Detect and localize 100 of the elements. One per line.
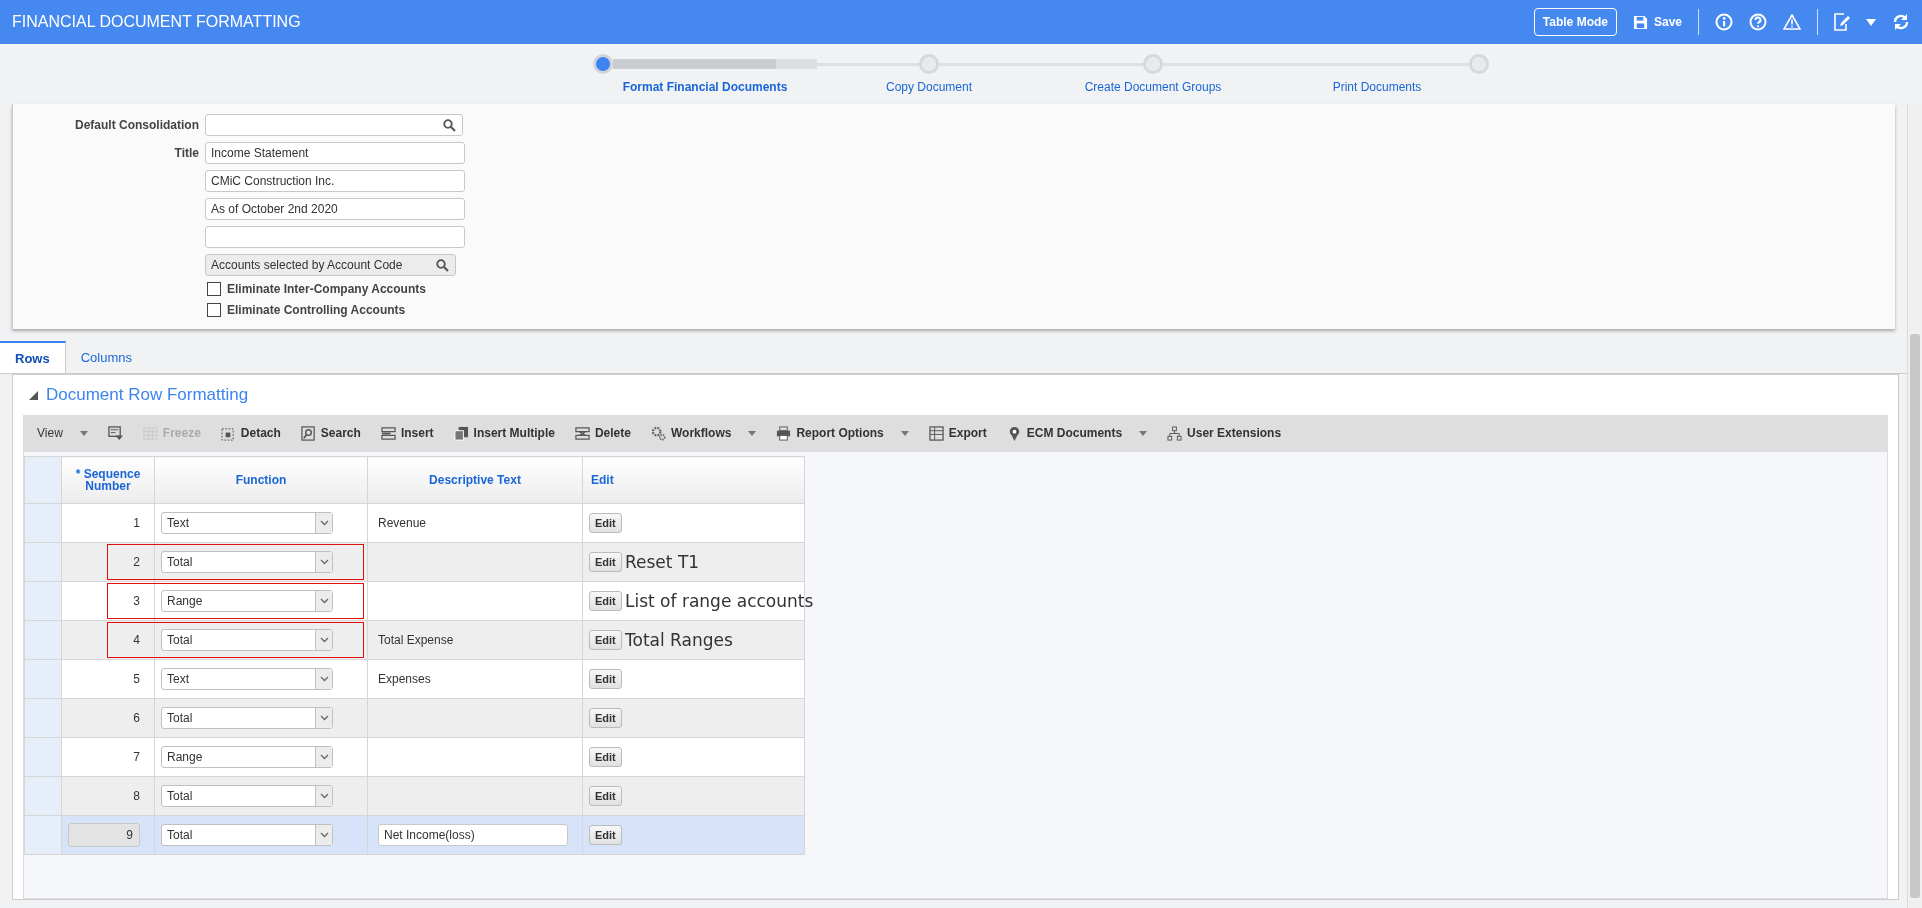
info-icon[interactable] (1715, 13, 1733, 31)
chevron-icon[interactable] (315, 708, 332, 728)
chevron-icon[interactable] (315, 669, 332, 689)
function-dropdown[interactable]: Range (161, 590, 333, 612)
filter-icon (107, 425, 123, 441)
toolbar-button[interactable]: Delete (564, 418, 641, 448)
function-dropdown[interactable]: Text (161, 668, 333, 690)
function-dropdown[interactable]: Total (161, 824, 333, 846)
search-icon[interactable] (436, 259, 449, 272)
title-field[interactable]: Income Statement (205, 142, 465, 164)
field-label: Title (173, 146, 199, 160)
chevron-icon[interactable] (315, 552, 332, 572)
step-marker[interactable] (1143, 54, 1163, 74)
step-link[interactable]: Format Financial Documents (622, 80, 788, 94)
consolidation-field[interactable] (205, 114, 463, 136)
function-dropdown[interactable]: Total (161, 785, 333, 807)
detach-icon (220, 425, 236, 441)
column-header[interactable]: * Sequence Number (61, 456, 155, 504)
chevron-icon[interactable] (315, 513, 332, 533)
tab[interactable]: Columns (65, 341, 147, 373)
toolbar-button[interactable]: User Extensions (1157, 418, 1292, 448)
edit-button[interactable]: Edit (589, 786, 622, 806)
refresh-icon[interactable] (1892, 13, 1910, 31)
spreadsheet-icon (928, 425, 944, 441)
section-title: Document Row Formatting (46, 385, 249, 405)
caret-icon (1139, 430, 1148, 436)
edit-button[interactable]: Edit (589, 513, 622, 533)
function-dropdown[interactable]: Total (161, 629, 333, 651)
edit-button[interactable]: Edit (589, 825, 622, 845)
edit-button[interactable]: Edit (589, 747, 622, 767)
toolbar-button[interactable]: View (27, 418, 98, 448)
sequence-field[interactable]: 9 (68, 823, 140, 847)
toolbar-button[interactable]: Insert Multiple (443, 418, 565, 448)
collapse-icon[interactable] (29, 390, 38, 400)
descriptive-text-field[interactable]: Net Income(loss) (378, 824, 568, 846)
save-icon (1632, 14, 1648, 30)
chevron-icon[interactable] (315, 786, 332, 806)
toolbar-button[interactable]: Report Options (766, 418, 919, 448)
annotation-note: List of range accounts (625, 591, 814, 611)
column-header[interactable]: Function (154, 456, 368, 504)
function-dropdown[interactable]: Text (161, 512, 333, 534)
edit-button[interactable]: Edit (589, 591, 622, 611)
step-link[interactable]: Create Document Groups (1084, 80, 1222, 94)
edit-button[interactable]: Edit (589, 552, 622, 572)
table-cell: 1 (133, 516, 140, 530)
toolbar-button[interactable]: Insert (370, 418, 444, 448)
toolbar-button[interactable]: Workflows (640, 418, 767, 448)
checkbox[interactable] (207, 282, 221, 296)
scrollbar[interactable] (1907, 104, 1922, 908)
table-cell: Revenue (378, 516, 427, 530)
edit-icon[interactable] (1834, 13, 1850, 31)
step-marker[interactable] (593, 54, 613, 74)
function-dropdown[interactable]: Total (161, 707, 333, 729)
function-dropdown[interactable]: Total (161, 551, 333, 573)
warning-icon[interactable] (1783, 14, 1801, 30)
function-dropdown[interactable]: Range (161, 746, 333, 768)
title-field[interactable]: CMiC Construction Inc. (205, 170, 465, 192)
edit-button[interactable]: Edit (589, 669, 622, 689)
table-cell: Expenses (378, 672, 431, 686)
column-header[interactable]: Descriptive Text (367, 456, 583, 504)
insert-icon (380, 425, 396, 441)
annotation-note: Reset T1 (625, 552, 700, 572)
chevron-icon[interactable] (315, 825, 332, 845)
caret-icon (79, 430, 88, 436)
checkbox-label: Eliminate Inter-Company Accounts (227, 282, 426, 296)
help-icon[interactable] (1749, 13, 1767, 31)
edit-button[interactable]: Edit (589, 630, 622, 650)
table-cell: 6 (133, 711, 140, 725)
tab[interactable]: Rows (0, 341, 66, 373)
edit-button[interactable]: Edit (589, 708, 622, 728)
hierarchy-icon (1167, 425, 1183, 441)
step-link[interactable]: Print Documents (1332, 80, 1422, 94)
delete-icon (574, 425, 590, 441)
search-icon[interactable] (443, 119, 456, 132)
annotation-note: Total Ranges (625, 630, 733, 650)
toolbar-button[interactable]: Export (918, 418, 997, 448)
table-cell: Total Expense (378, 633, 454, 647)
checkbox-label: Eliminate Controlling Accounts (227, 303, 406, 317)
step-link[interactable]: Copy Document (885, 80, 972, 94)
account-selection-field[interactable]: Accounts selected by Account Code (205, 254, 456, 276)
caret-icon[interactable] (1866, 18, 1876, 26)
toolbar-button[interactable]: ECM Documents (996, 418, 1158, 448)
toolbar-button[interactable]: Search (290, 418, 371, 448)
table-cell: 7 (133, 750, 140, 764)
toolbar-button[interactable]: Detach (210, 418, 291, 448)
field-label: Default Consolidation (74, 118, 199, 132)
table-cell: 3 (133, 594, 140, 608)
table-cell: 2 (133, 555, 140, 569)
step-marker[interactable] (919, 54, 939, 74)
chevron-icon[interactable] (315, 591, 332, 611)
chevron-icon[interactable] (315, 630, 332, 650)
table-cell: 8 (133, 789, 140, 803)
checkbox[interactable] (207, 303, 221, 317)
title-field[interactable]: As of October 2nd 2020 (205, 198, 465, 220)
page-title: FINANCIAL DOCUMENT FORMATTING (12, 13, 301, 31)
title-field[interactable] (205, 226, 465, 248)
chevron-icon[interactable] (315, 747, 332, 767)
column-header[interactable]: Edit (582, 456, 805, 504)
step-marker[interactable] (1469, 54, 1489, 74)
printer-icon (776, 425, 792, 441)
